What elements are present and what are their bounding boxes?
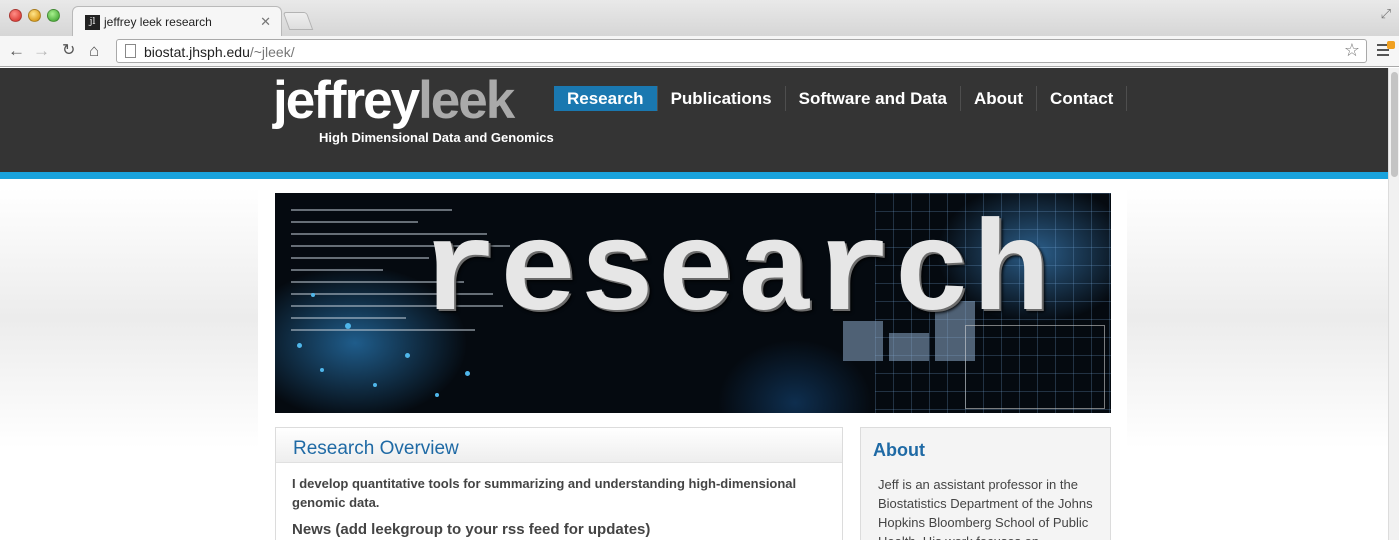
logo-last: leek xyxy=(418,71,515,130)
url-text[interactable]: biostat.jhsph.edu/~jleek/ xyxy=(144,44,295,60)
browser-toolbar: ← → ↻ ⌂ biostat.jhsph.edu/~jleek/ ☆ xyxy=(0,36,1399,67)
banner-dot xyxy=(435,393,439,397)
panel-title: Research Overview xyxy=(293,438,459,459)
news-heading: News (add leekgroup to your rss feed for… xyxy=(292,521,651,538)
browser-titlebar: jl jeffrey leek research ✕ ⤢ xyxy=(0,0,1399,36)
site-header: jeffreyleek High Dimensional Data and Ge… xyxy=(0,68,1388,172)
page-icon xyxy=(125,44,136,58)
main-nav: Research Publications Software and Data … xyxy=(554,86,1128,111)
url-path: /~jleek/ xyxy=(249,44,295,60)
content-area: research Research Overview I develop qua… xyxy=(258,179,1127,540)
nav-about[interactable]: About xyxy=(961,86,1038,111)
banner-title: research xyxy=(421,203,1052,348)
site-logo[interactable]: jeffreyleek xyxy=(273,71,515,130)
header-accent-stripe xyxy=(0,172,1388,179)
url-host: biostat.jhsph.edu xyxy=(144,44,250,60)
new-tab-button[interactable] xyxy=(282,12,314,30)
minimize-window-button[interactable] xyxy=(28,9,41,22)
banner-dot xyxy=(320,368,324,372)
logo-first: jeffrey xyxy=(273,71,420,130)
page-scrollbar[interactable] xyxy=(1388,68,1399,540)
banner-dot xyxy=(373,383,377,387)
browser-tab[interactable]: jl jeffrey leek research ✕ xyxy=(72,6,282,36)
scrollbar-thumb[interactable] xyxy=(1391,72,1398,177)
site-tagline: High Dimensional Data and Genomics xyxy=(319,130,554,145)
panel-header: Research Overview xyxy=(276,428,842,463)
banner-dot xyxy=(297,343,302,348)
close-window-button[interactable] xyxy=(9,9,22,22)
about-sidebar: About Jeff is an assistant professor in … xyxy=(860,427,1111,540)
nav-contact[interactable]: Contact xyxy=(1037,86,1128,111)
overview-text: I develop quantitative tools for summari… xyxy=(292,476,797,510)
research-banner-image: research xyxy=(275,193,1111,413)
tab-title: jeffrey leek research xyxy=(104,15,212,29)
banner-dot xyxy=(465,371,470,376)
nav-research[interactable]: Research xyxy=(554,86,658,111)
star-icon[interactable]: ☆ xyxy=(1344,40,1360,61)
address-bar[interactable]: biostat.jhsph.edu/~jleek/ ☆ xyxy=(116,39,1367,63)
sidebar-text: Jeff is an assistant professor in the Bi… xyxy=(878,477,1093,540)
close-tab-icon[interactable]: ✕ xyxy=(260,14,271,30)
update-badge-icon xyxy=(1387,41,1395,49)
favicon-icon: jl xyxy=(85,15,100,30)
zoom-window-button[interactable] xyxy=(47,9,60,22)
web-page: jeffreyleek High Dimensional Data and Ge… xyxy=(0,68,1388,540)
fullscreen-icon[interactable]: ⤢ xyxy=(1381,6,1391,22)
forward-icon[interactable]: → xyxy=(33,41,50,61)
banner-dot xyxy=(405,353,410,358)
home-icon[interactable]: ⌂ xyxy=(89,41,99,61)
nav-software-and-data[interactable]: Software and Data xyxy=(786,86,961,111)
research-overview-panel: Research Overview I develop quantitative… xyxy=(275,427,843,540)
banner-dot xyxy=(311,293,315,297)
banner-dot xyxy=(345,323,351,329)
reload-icon[interactable]: ↻ xyxy=(62,41,75,61)
nav-publications[interactable]: Publications xyxy=(658,86,786,111)
sidebar-title: About xyxy=(873,440,925,460)
back-icon[interactable]: ← xyxy=(8,41,25,61)
